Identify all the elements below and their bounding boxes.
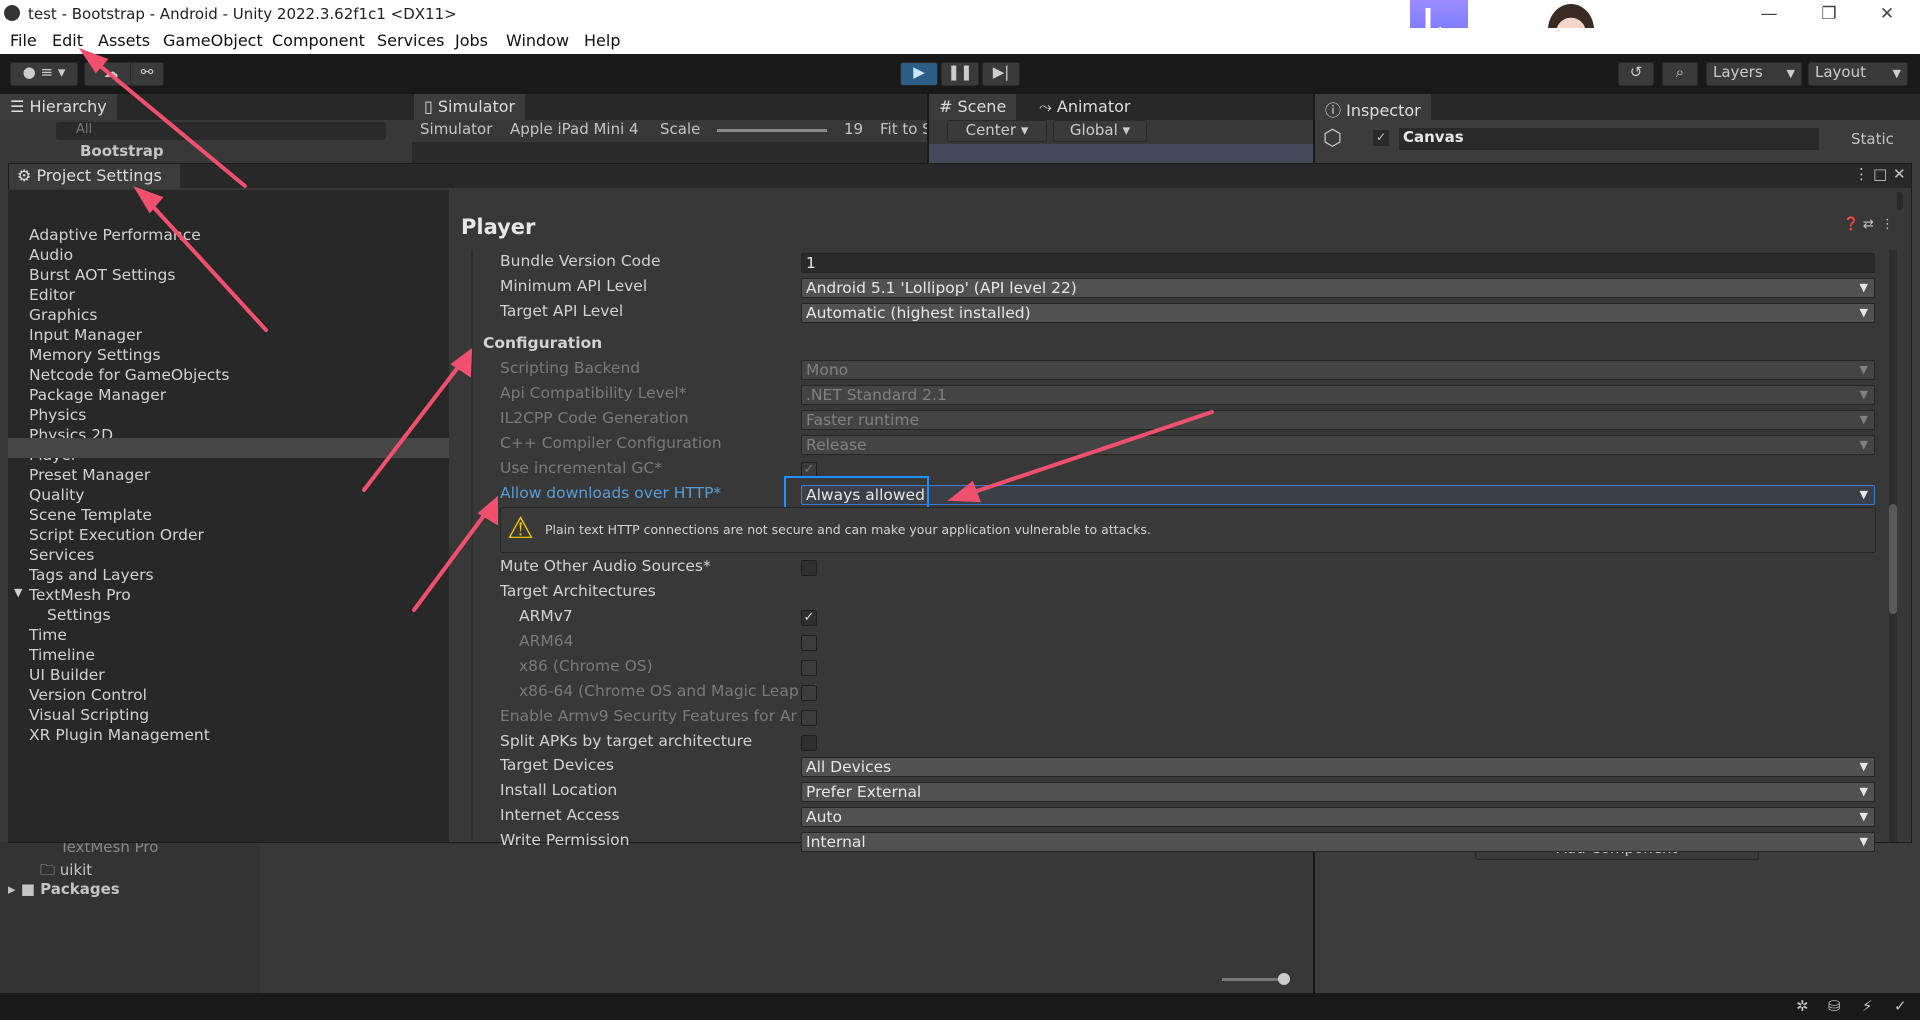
status-bar: ✲ ⛁ ⚡ ✓ <box>0 993 1920 1020</box>
arrowhead-icon <box>947 480 981 503</box>
cache-server-icon[interactable]: ⛁ <box>1828 997 1841 1015</box>
arrow-to-allow-http <box>412 508 490 612</box>
arrow-to-always-allowed <box>966 410 1214 496</box>
arrowhead-icon <box>133 186 164 214</box>
arrow-to-configuration <box>362 360 464 492</box>
progress-check-icon[interactable]: ✓ <box>1894 997 1907 1015</box>
arrow-to-project-settings <box>145 198 268 332</box>
debug-icon[interactable]: ✲ <box>1796 997 1809 1015</box>
auto-generate-icon[interactable]: ⚡ <box>1862 997 1873 1015</box>
annotation-arrows <box>78 47 1214 612</box>
arrow-to-edit-menu <box>91 58 247 188</box>
